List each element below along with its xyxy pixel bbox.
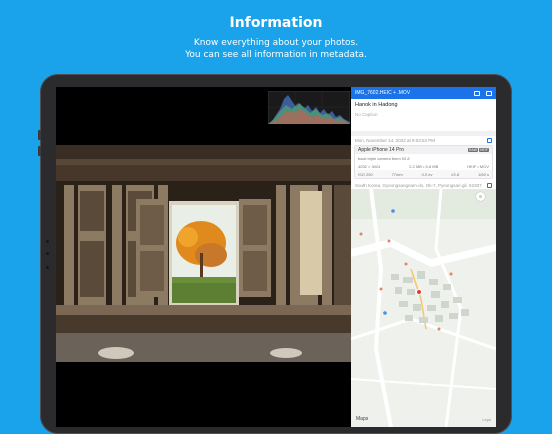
raw-badge: RAW <box>467 148 479 152</box>
exposure-bias-value: 0.0 ev <box>421 171 433 177</box>
heif-badge: HEIF <box>479 148 489 152</box>
date-label: Mon, November 14, 2022 at 9:03:53 PM <box>355 137 436 143</box>
app-screen: IMG_7602.HEIC + .MOV Hanok in Hadong No … <box>56 87 496 427</box>
caption-placeholder[interactable]: No Caption <box>355 112 492 117</box>
legal-link[interactable]: Legal <box>482 418 491 422</box>
location-pin-icon[interactable] <box>416 289 422 295</box>
photo-viewer[interactable] <box>56 145 351 362</box>
location-edit-icon[interactable] <box>487 182 492 188</box>
camera-card: Apple iPhone 14 Pro RAW HEIF back triple… <box>354 145 493 179</box>
address-row[interactable]: South Korea, Gyeongsangnam-do, Ok-7, Pye… <box>351 181 496 189</box>
histogram-overlay <box>268 91 350 124</box>
address-label: South Korea, Gyeongsangnam-do, Ok-7, Pye… <box>355 182 482 188</box>
hero-title: Information <box>229 15 323 31</box>
lens-label: back triple camera 6mm f/2.8 <box>358 155 410 161</box>
metadata-panel: IMG_7602.HEIC + .MOV Hanok in Hadong No … <box>351 87 496 427</box>
edit-icon[interactable] <box>486 90 492 96</box>
filename-label[interactable]: IMG_7602.HEIC + .MOV <box>355 90 468 96</box>
resolution-label: 4032 × 3024 <box>358 163 381 169</box>
maps-logo: Maps <box>356 416 369 422</box>
shutter-speed-value: 1/60 s <box>478 171 489 177</box>
lens-line: back triple camera 6mm f/2.8 <box>355 154 492 162</box>
panel-toolbar: IMG_7602.HEIC + .MOV <box>351 87 496 99</box>
aperture-value: f/2.8 <box>451 171 460 177</box>
date-row[interactable]: Mon, November 14, 2022 at 9:03:53 PM <box>351 136 496 144</box>
front-sensor <box>46 266 49 269</box>
camera-name: Apple iPhone 14 Pro <box>358 147 404 153</box>
volume-button <box>38 130 41 140</box>
format-label: HEIF • MOV <box>467 163 489 169</box>
iso-value: ISO 250 <box>358 171 373 177</box>
map-tiles <box>351 189 496 427</box>
file-line: 4032 × 3024 2.2 MB • 5.8 MB HEIF • MOV <box>355 162 492 170</box>
hero-subtitle-line-2: You can see all information in metadata. <box>185 50 367 60</box>
camera-header: Apple iPhone 14 Pro RAW HEIF <box>355 146 492 154</box>
front-sensor <box>46 252 49 255</box>
caption-title[interactable]: Hanok in Hadong <box>355 102 492 108</box>
hero-subtitle: Know everything about your photos. You c… <box>0 37 552 61</box>
location-map[interactable]: S Maps Legal <box>351 189 496 427</box>
caption-section[interactable]: Hanok in Hadong No Caption <box>351 99 496 117</box>
edit-date-icon[interactable] <box>487 137 492 143</box>
focal-length-value: 77mm <box>391 171 403 177</box>
compass-icon[interactable]: S <box>476 192 485 201</box>
volume-button <box>38 146 41 156</box>
hero-subtitle-line-1: Know everything about your photos. <box>193 38 359 48</box>
exposure-specs: ISO 250 77mm 0.0 ev f/2.8 1/60 s <box>355 170 492 178</box>
size-label: 2.2 MB • 5.8 MB <box>409 163 439 169</box>
share-icon[interactable] <box>474 90 480 96</box>
front-camera <box>46 240 49 243</box>
